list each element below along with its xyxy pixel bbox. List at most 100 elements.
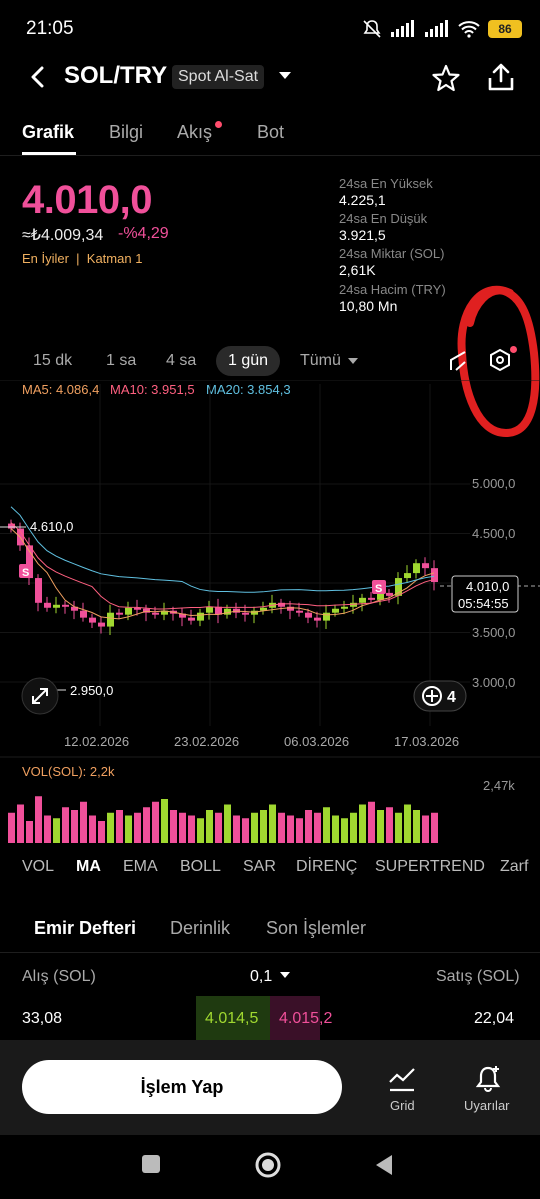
- recent-apps-icon[interactable]: [142, 1155, 160, 1173]
- tab-depth[interactable]: Derinlik: [170, 918, 230, 939]
- wifi-icon: [458, 21, 480, 38]
- volume-bar: [215, 812, 222, 843]
- interval-all[interactable]: Tümü: [300, 352, 341, 370]
- volume-bar: [107, 812, 114, 843]
- buy-price[interactable]: 4.014,5: [205, 1010, 258, 1028]
- volume-bar: [170, 810, 177, 843]
- interval-4h[interactable]: 4 sa: [166, 352, 196, 370]
- price-approx: ≈₺4.009,34: [22, 227, 104, 244]
- price-change: -%4,29: [118, 225, 169, 242]
- volume-label: VOL(SOL): 2,2k: [22, 764, 115, 779]
- sell-price[interactable]: 4.015,2: [279, 1010, 332, 1028]
- volume-bar: [296, 818, 303, 843]
- volume-bar: [134, 812, 141, 843]
- sell-header: Satış (SOL): [436, 968, 520, 985]
- interval-1d[interactable]: 1 gün: [216, 346, 281, 376]
- candle-body: [89, 617, 96, 623]
- volume-bar: [35, 796, 42, 843]
- volume-bar: [422, 815, 429, 843]
- battery-indicator: 86: [488, 20, 522, 38]
- volume-bar: [260, 810, 267, 843]
- alert-bell-icon[interactable]: [474, 1064, 502, 1092]
- candlestick-chart[interactable]: 5.000,0 4.500,0 3.500,0 3.000,0 12.02.20…: [0, 380, 540, 850]
- indicator-ema[interactable]: EMA: [123, 858, 158, 876]
- y-tick-label: 3.000,0: [472, 675, 515, 690]
- candle-body: [152, 612, 159, 615]
- drawing-tool-icon[interactable]: [448, 350, 468, 372]
- signal-icon-2: [425, 20, 448, 37]
- back-icon[interactable]: [374, 1153, 394, 1177]
- indicator-boll[interactable]: BOLL: [180, 858, 221, 876]
- volume-bar: [71, 810, 78, 843]
- indicator-sar[interactable]: SAR: [243, 858, 276, 876]
- candle-body: [368, 597, 375, 600]
- grid-label[interactable]: Grid: [390, 1098, 415, 1113]
- volume-bar: [269, 804, 276, 843]
- indicator-supertrend[interactable]: SUPERTREND: [375, 858, 485, 876]
- volume-bar: [53, 818, 60, 843]
- volume-bar: [89, 815, 96, 843]
- volume-bar: [62, 807, 69, 843]
- mute-icon: [363, 20, 381, 38]
- stat-label: 24sa En Düşük: [339, 211, 428, 226]
- back-arrow-icon[interactable]: [28, 66, 48, 88]
- volume-bar: [80, 801, 87, 843]
- candle-body: [422, 563, 429, 569]
- chevron-down-icon[interactable]: [347, 357, 359, 365]
- candle-body: [8, 523, 15, 529]
- tab-order-book[interactable]: Emir Defteri: [34, 918, 136, 939]
- volume-bars: [8, 796, 438, 843]
- stat-value: 3.921,5: [339, 227, 386, 243]
- grid-icon[interactable]: [388, 1066, 416, 1092]
- tab-grafik[interactable]: Grafik: [22, 122, 74, 143]
- stat-value: 2,61K: [339, 262, 376, 278]
- chart-settings-icon[interactable]: [488, 348, 512, 372]
- sell-qty[interactable]: 22,04: [474, 1010, 514, 1028]
- stat-value: 10,80 Mn: [339, 298, 398, 314]
- y-tick-label: 3.500,0: [472, 625, 515, 640]
- indicator-ma[interactable]: MA: [76, 858, 101, 876]
- tab-akis[interactable]: Akış: [177, 122, 212, 143]
- star-icon[interactable]: [432, 64, 460, 92]
- candle-body: [80, 610, 87, 618]
- candle-body: [386, 592, 393, 596]
- volume-max-label: 2,47k: [483, 778, 515, 793]
- share-icon[interactable]: [486, 62, 516, 92]
- volume-bar: [26, 821, 33, 843]
- alerts-label[interactable]: Uyarılar: [464, 1098, 510, 1113]
- candle-body: [332, 608, 339, 613]
- candle-body: [206, 606, 213, 613]
- status-bar: 21:05 86: [0, 0, 540, 58]
- volume-bar: [350, 812, 357, 843]
- pair-title[interactable]: SOL/TRY: [64, 62, 167, 90]
- y-tick-label: 4.500,0: [472, 526, 515, 541]
- tab-bot[interactable]: Bot: [257, 122, 284, 143]
- indicator-direnc[interactable]: DİRENÇ: [296, 858, 357, 876]
- sell-marker-s: S: [22, 567, 29, 579]
- buy-qty[interactable]: 33,08: [22, 1010, 62, 1028]
- interval-1h[interactable]: 1 sa: [106, 352, 136, 370]
- indicator-zarf[interactable]: Zarf: [500, 858, 528, 876]
- volume-bar: [251, 812, 258, 843]
- price-tags[interactable]: En İyiler | Katman 1: [22, 251, 142, 266]
- candle-body: [44, 602, 51, 608]
- divider: [0, 952, 540, 953]
- stat-label: 24sa Hacim (TRY): [339, 282, 446, 297]
- market-type-chip[interactable]: Spot Al-Sat: [172, 65, 265, 89]
- step-select[interactable]: 0,1: [250, 968, 272, 986]
- chevron-down-icon[interactable]: [280, 972, 290, 979]
- trade-button[interactable]: İşlem Yap: [22, 1060, 342, 1114]
- volume-bar: [278, 812, 285, 843]
- candle-body: [53, 604, 60, 608]
- tab-recent-trades[interactable]: Son İşlemler: [266, 918, 366, 939]
- tab-bilgi[interactable]: Bilgi: [109, 122, 143, 143]
- volume-bar: [341, 818, 348, 843]
- volume-bar: [431, 812, 438, 843]
- x-tick-label: 17.03.2026: [394, 734, 459, 749]
- indicator-vol[interactable]: VOL: [22, 858, 54, 876]
- candle-body: [404, 573, 411, 579]
- chevron-down-icon[interactable]: [278, 71, 292, 81]
- volume-bar: [332, 815, 339, 843]
- interval-15m[interactable]: 15 dk: [33, 352, 72, 370]
- home-icon[interactable]: [254, 1151, 282, 1179]
